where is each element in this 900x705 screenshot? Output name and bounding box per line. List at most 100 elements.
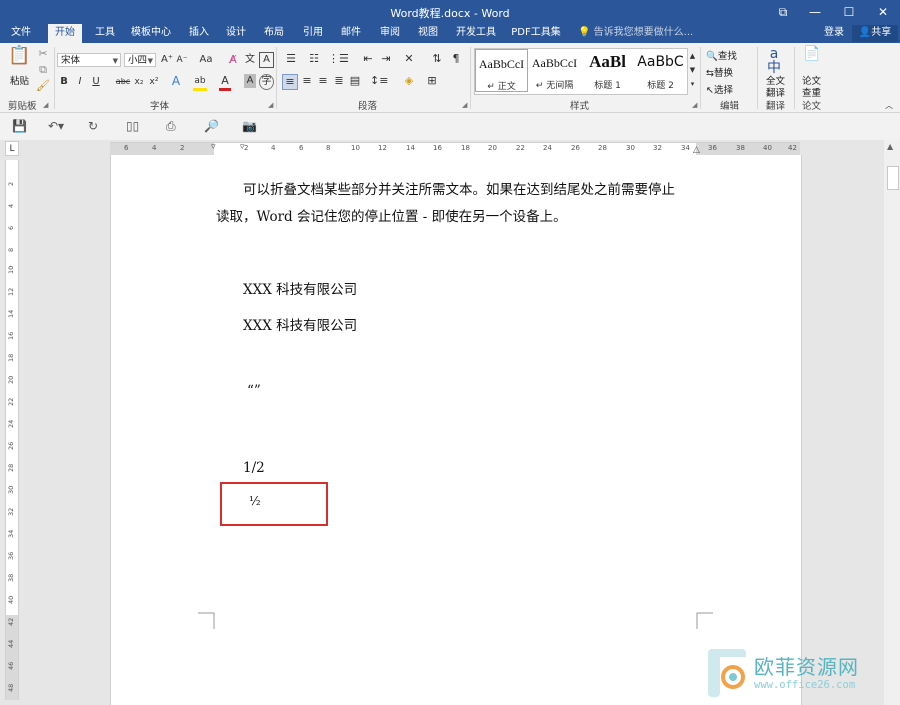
line-spacing-icon[interactable]: ↕≡ [370, 74, 388, 88]
login-button[interactable]: 登录 [824, 24, 844, 42]
select-button[interactable]: ↖选择 [706, 82, 733, 96]
save-icon[interactable]: 💾 [12, 119, 27, 133]
shading-icon[interactable]: ◈ [400, 74, 418, 88]
font-name-combo[interactable]: 宋体 ▼ [57, 53, 121, 67]
company-line[interactable]: XXX 科技有限公司 [243, 314, 357, 334]
distributed-icon[interactable]: ▤ [348, 74, 362, 88]
tab-review[interactable]: 审阅 [375, 24, 405, 43]
numbering-icon[interactable]: ☷ [305, 52, 323, 66]
tab-layout[interactable]: 布局 [259, 24, 289, 43]
clipboard-dialog-launcher-icon[interactable]: ◢ [43, 101, 48, 109]
cut-icon[interactable]: ✂ [36, 47, 50, 61]
tell-me-box[interactable]: 💡 告诉我您想要做什么... [578, 24, 693, 43]
bullets-icon[interactable]: ☰ [282, 52, 300, 66]
translate-icon[interactable]: a中 [764, 47, 784, 75]
translate-label-2[interactable]: 翻译 [766, 85, 785, 99]
tab-view[interactable]: 视图 [413, 24, 443, 43]
tab-pdf-tools[interactable]: PDF工具集 [510, 24, 562, 43]
clear-format-icon[interactable]: A̸ [226, 53, 240, 67]
styles-scroll-up-icon[interactable]: ▲ [688, 49, 697, 63]
close-icon[interactable]: ✕ [866, 0, 900, 24]
scrollbar-thumb[interactable] [887, 166, 899, 190]
fraction-text[interactable]: 1/2 [243, 460, 265, 476]
char-border-icon[interactable]: A [259, 52, 274, 68]
print-preview-icon[interactable]: ⎙ [166, 119, 176, 134]
bold-icon[interactable]: B [58, 75, 70, 89]
paper-check-icon[interactable]: 📄 [802, 47, 822, 61]
undo-icon[interactable]: ↶▾ [48, 119, 64, 133]
tab-references[interactable]: 引用 [298, 24, 328, 43]
multilevel-list-icon[interactable]: ⋮☰ [328, 52, 349, 66]
tab-home[interactable]: 开始 [48, 24, 82, 43]
italic-icon[interactable]: I [74, 75, 86, 89]
zoom-icon[interactable]: 🔎 [204, 119, 219, 133]
maximize-icon[interactable]: ☐ [832, 0, 866, 24]
tab-template-center[interactable]: 模板中心 [128, 24, 174, 43]
style-heading-2[interactable]: AaBbC 标题 2 [634, 49, 687, 92]
redo-icon[interactable]: ↻ [88, 119, 98, 133]
font-size-combo[interactable]: 小四 ▼ [124, 53, 156, 67]
justify-icon[interactable]: ≣ [332, 74, 346, 88]
paste-label[interactable]: 粘贴 [10, 73, 29, 87]
paragraph-line[interactable]: 可以折叠文档某些部分并关注所需文本。如果在达到结尾处之前需要停止 [243, 178, 675, 198]
sort-icon[interactable]: ⇅ [430, 52, 444, 66]
tab-insert[interactable]: 插入 [184, 24, 214, 43]
char-shading-icon[interactable]: A [244, 74, 256, 88]
increase-indent-icon[interactable]: ⇥ [378, 52, 394, 66]
paper-label-2[interactable]: 查重 [802, 85, 821, 99]
enclose-char-icon[interactable]: 字 [259, 74, 274, 90]
copy-icon[interactable]: ⧉ [36, 63, 50, 77]
first-line-indent-icon[interactable]: ▿ [211, 142, 216, 152]
align-center-icon[interactable]: ≡ [300, 74, 314, 88]
borders-icon[interactable]: ⊞ [424, 74, 440, 88]
paragraph-dialog-launcher-icon[interactable]: ◢ [462, 101, 467, 109]
strikethrough-icon[interactable]: abc [114, 75, 132, 89]
collapse-ribbon-icon[interactable]: ︿ [884, 99, 894, 113]
vertical-scrollbar[interactable]: ▲ [884, 140, 900, 705]
show-marks-icon[interactable]: ¶ [449, 52, 463, 66]
replace-button[interactable]: ⇆替换 [706, 65, 733, 79]
hanging-indent-icon[interactable]: ▿ [240, 142, 245, 152]
decrease-indent-icon[interactable]: ⇤ [360, 52, 376, 66]
style-heading-1[interactable]: AaBl 标题 1 [581, 49, 634, 92]
minimize-icon[interactable]: — [798, 0, 832, 24]
tab-mailings[interactable]: 邮件 [336, 24, 366, 43]
tab-developer[interactable]: 开发工具 [454, 24, 498, 43]
subscript-icon[interactable]: x₂ [133, 75, 145, 89]
shrink-font-icon[interactable]: A⁻ [175, 53, 189, 67]
styles-dialog-launcher-icon[interactable]: ◢ [692, 101, 697, 109]
scroll-up-icon[interactable]: ▲ [887, 142, 893, 151]
style-normal[interactable]: AaBbCcI ↵ 正文 [475, 49, 528, 92]
highlight-icon[interactable]: ab [193, 74, 207, 91]
reading-mode-icon[interactable]: ▯▯ [126, 119, 139, 133]
quote-marks[interactable]: “” [247, 383, 261, 399]
superscript-icon[interactable]: x² [148, 75, 160, 89]
align-right-icon[interactable]: ≡ [316, 74, 330, 88]
tab-tools[interactable]: 工具 [90, 24, 120, 43]
grow-font-icon[interactable]: A⁺ [160, 53, 174, 67]
horizontal-ruler[interactable]: 6 4 2 2 4 6 8 10 12 14 16 18 20 22 24 26… [110, 142, 800, 156]
underline-icon[interactable]: U [90, 75, 102, 89]
align-left-icon[interactable]: ≡ [282, 74, 298, 90]
find-button[interactable]: 🔍查找 [706, 48, 737, 62]
paste-icon[interactable]: 📋 [8, 47, 30, 71]
change-case-icon[interactable]: Aa [196, 53, 216, 67]
paragraph-line[interactable]: 读取，Word 会记住您的停止位置 - 即使在另一个设备上。 [216, 205, 567, 225]
screenshot-icon[interactable]: 📷 [242, 119, 257, 133]
vertical-ruler[interactable]: 2 4 6 8 10 12 14 16 18 20 22 24 26 28 30… [5, 160, 19, 700]
styles-more-icon[interactable]: ▾ [688, 77, 697, 91]
styles-scroll-down-icon[interactable]: ▼ [688, 63, 697, 77]
style-no-spacing[interactable]: AaBbCcI ↵ 无间隔 [528, 49, 581, 92]
company-line[interactable]: XXX 科技有限公司 [243, 278, 357, 298]
font-color-icon[interactable]: A [219, 74, 231, 91]
chinese-layout-icon[interactable]: ✕ [400, 52, 418, 66]
tab-design[interactable]: 设计 [221, 24, 251, 43]
text-effects-icon[interactable]: A [170, 74, 182, 88]
font-dialog-launcher-icon[interactable]: ◢ [268, 101, 273, 109]
right-indent-icon[interactable]: △ [693, 145, 700, 155]
restore-ribbon-icon[interactable]: ⧉ [766, 0, 800, 24]
tab-file[interactable]: 文件 [6, 24, 36, 43]
share-button[interactable]: 👤共享 [852, 25, 898, 42]
format-painter-icon[interactable]: 🖌 [36, 79, 50, 93]
phonetic-guide-icon[interactable]: 文 [243, 53, 257, 67]
